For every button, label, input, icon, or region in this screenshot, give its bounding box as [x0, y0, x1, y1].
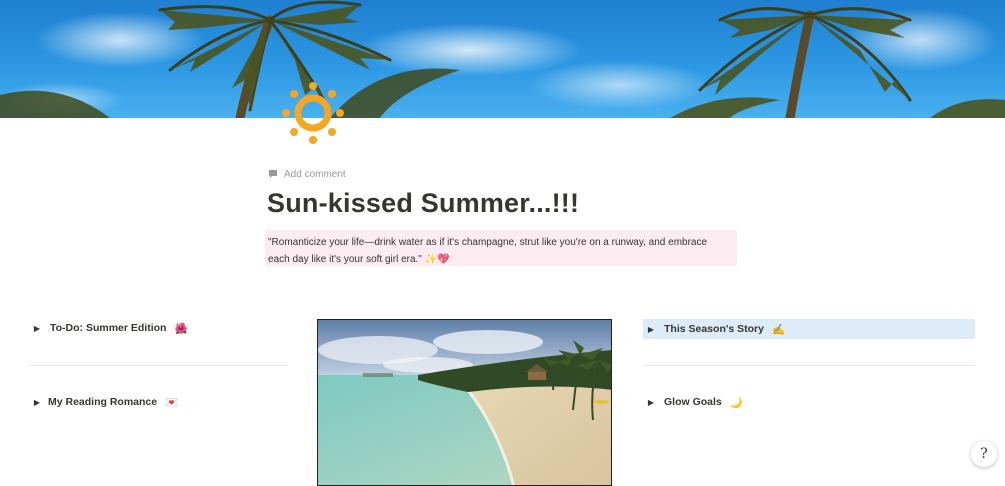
page-title[interactable]: Sun-kissed Summer...!!! — [267, 184, 579, 222]
quote-line-2-text: each day like it's your soft girl era." — [268, 254, 422, 265]
help-icon: ? — [980, 446, 988, 462]
toggle-todo-summer[interactable]: ▶ To-Do: Summer Edition 🌺 — [32, 318, 188, 338]
love-letter-emoji: 💌 — [165, 396, 179, 409]
toggle-triangle-icon[interactable]: ▶ — [32, 324, 42, 333]
toggle-triangle-icon[interactable]: ▶ — [32, 398, 42, 407]
toggle-label: To-Do: Summer Edition — [50, 322, 167, 334]
toggle-label: This Season's Story — [664, 323, 764, 335]
crescent-moon-emoji: 🌙 — [729, 396, 743, 409]
cover-image[interactable] — [0, 0, 1005, 118]
comment-icon — [269, 170, 277, 178]
help-button[interactable]: ? — [971, 441, 997, 467]
toggle-glow-goals[interactable]: ▶ Glow Goals 🌙 — [646, 392, 743, 412]
beach-illustration — [318, 320, 611, 485]
toggle-label: Glow Goals — [664, 396, 722, 408]
beach-image[interactable] — [317, 319, 612, 486]
quote-line-1: "Romanticize your life—drink water as if… — [268, 237, 708, 248]
palm-trees-illustration — [0, 0, 1005, 118]
writing-hand-emoji: ✍️ — [771, 323, 786, 336]
add-comment-button[interactable]: Add comment — [268, 166, 346, 182]
toggle-triangle-icon[interactable]: ▶ — [646, 398, 656, 407]
quote-line-2: each day like it's your soft girl era." … — [268, 251, 734, 268]
toggle-season-story[interactable]: ▶ This Season's Story ✍️ — [643, 319, 975, 339]
quote-block[interactable]: "Romanticize your life—drink water as if… — [265, 230, 737, 266]
divider — [643, 365, 975, 366]
divider — [28, 365, 288, 366]
hibiscus-emoji: 🌺 — [174, 322, 188, 335]
page: Add comment Sun-kissed Summer...!!! "Rom… — [0, 0, 1005, 486]
toggle-triangle-icon[interactable]: ▶ — [646, 325, 656, 334]
toggle-label: My Reading Romance — [48, 396, 158, 408]
toggle-reading-romance[interactable]: ▶ My Reading Romance 💌 — [32, 392, 178, 412]
sun-icon[interactable] — [281, 81, 345, 145]
sparkle-heart-emoji: ✨💖 — [424, 254, 450, 265]
add-comment-label: Add comment — [284, 168, 346, 180]
